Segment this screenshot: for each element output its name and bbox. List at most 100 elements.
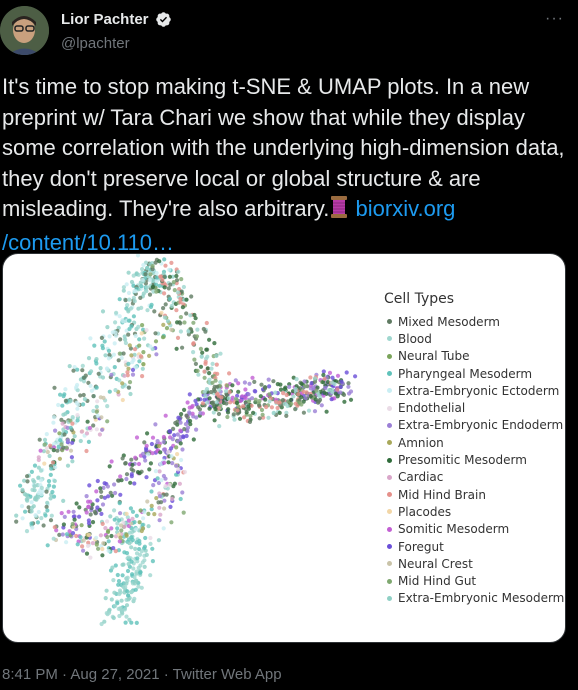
cell-point (46, 479, 52, 484)
cell-point (121, 351, 126, 356)
cell-point (162, 291, 167, 296)
cell-point (202, 369, 207, 374)
cell-point (120, 573, 125, 578)
legend-item: Mixed Mesoderm (384, 313, 564, 330)
cell-point (227, 389, 232, 395)
legend-label: Neural Crest (398, 556, 473, 571)
cell-point (85, 419, 90, 424)
cell-point (180, 490, 185, 495)
cell-point (191, 341, 196, 346)
cell-point (109, 597, 114, 602)
cell-point (84, 448, 89, 454)
cell-point (193, 316, 198, 321)
legend-item: Presomitic Mesoderm (384, 451, 564, 468)
cell-point (123, 620, 128, 625)
cell-point (24, 529, 30, 534)
cell-point (126, 366, 131, 371)
avatar[interactable] (0, 6, 49, 55)
cell-point (250, 375, 255, 380)
attached-image[interactable]: Cell Types Mixed Mesoderm Blood Neural Tub… (2, 253, 566, 643)
cell-point (70, 531, 76, 536)
legend-title: Cell Types (384, 291, 455, 307)
tweet-timestamp[interactable]: 8:41 PM · Aug 27, 2021 · Twitter Web App (2, 666, 282, 683)
cell-point (78, 535, 83, 540)
cell-point (138, 354, 144, 359)
cell-point (56, 402, 61, 408)
tweet-link-domain[interactable]: biorxiv.org (356, 196, 456, 221)
cell-point (205, 366, 210, 371)
cell-point (111, 615, 116, 621)
cell-point (112, 365, 117, 370)
cell-point (214, 400, 219, 405)
cell-point (32, 497, 38, 502)
cell-point (125, 589, 130, 594)
cell-point (79, 429, 84, 434)
cell-point (150, 559, 155, 564)
cell-point (45, 543, 50, 548)
cell-point (225, 383, 230, 388)
cell-point (118, 535, 123, 540)
cell-point (142, 510, 147, 515)
author-handle[interactable]: @lpachter (61, 35, 130, 52)
cell-point (202, 389, 207, 394)
cell-point (180, 345, 185, 350)
cell-point (230, 383, 235, 388)
cell-point (89, 369, 94, 374)
legend-item: Somitic Mesoderm (384, 521, 564, 538)
cell-point (163, 484, 168, 489)
cell-point (70, 521, 75, 527)
cell-point (149, 503, 154, 508)
cell-point (55, 448, 60, 453)
cell-point (114, 310, 119, 315)
cell-point (113, 330, 118, 335)
cell-point (102, 619, 107, 624)
cell-point (199, 354, 204, 359)
cell-point (225, 414, 230, 420)
cell-point (169, 454, 174, 459)
cell-point (124, 533, 129, 538)
cell-point (38, 448, 43, 453)
cell-point (180, 305, 185, 310)
tweet-link-path[interactable]: /content/10.110… (2, 230, 174, 255)
cell-point (274, 399, 279, 404)
cell-point (205, 354, 210, 359)
cell-point (144, 443, 149, 448)
cell-point (127, 380, 133, 385)
legend-label: Mid Hind Gut (398, 574, 477, 589)
cell-point (105, 534, 110, 540)
cell-point (130, 509, 136, 514)
cell-point (169, 446, 174, 451)
more-options-icon[interactable]: ··· (545, 10, 564, 28)
cell-point (137, 343, 142, 348)
cell-point (148, 541, 153, 546)
cell-point (330, 375, 335, 380)
author-name[interactable]: Lior Pachter (61, 11, 149, 28)
cell-point (134, 513, 139, 518)
cell-point (117, 378, 122, 383)
cell-point (131, 314, 136, 319)
cell-point (18, 483, 23, 488)
cell-point (77, 505, 82, 510)
cell-point (121, 319, 126, 324)
cell-point (123, 585, 128, 590)
cell-point (94, 535, 99, 540)
cell-point (122, 373, 127, 378)
cell-point (282, 386, 287, 392)
cell-point (167, 267, 172, 272)
cell-point (119, 598, 124, 603)
cell-point (94, 357, 99, 362)
cell-point (95, 498, 100, 503)
cell-point (297, 400, 302, 405)
cell-point (65, 438, 70, 443)
cell-point (125, 568, 131, 574)
legend-label: Extra-Embryonic Ectoderm (398, 383, 560, 398)
cell-point (172, 481, 177, 486)
cell-point (105, 519, 110, 524)
cell-point (70, 421, 75, 426)
cell-point (60, 403, 65, 408)
cell-point (176, 269, 181, 274)
cell-point (214, 353, 219, 358)
cell-point (105, 404, 110, 409)
cell-point (145, 499, 150, 504)
cell-point (19, 504, 25, 509)
